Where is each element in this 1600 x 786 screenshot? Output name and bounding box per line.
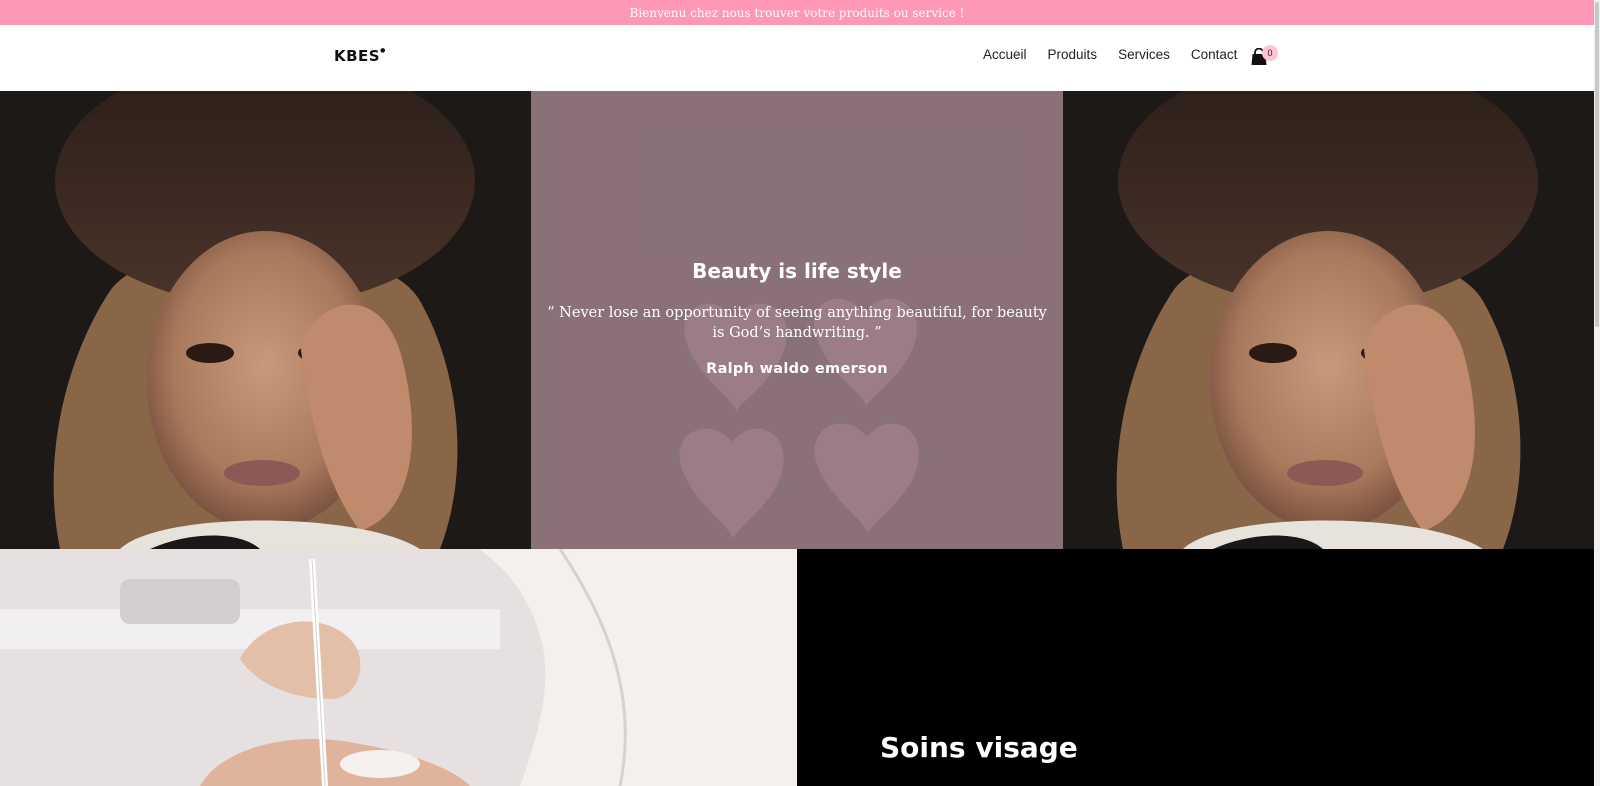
main-nav: Accueil Produits Services Contact: [983, 47, 1237, 62]
quote-text: “ Never lose an opportunity of seeing an…: [547, 305, 1047, 341]
logo-dot-icon: ●: [380, 47, 386, 54]
nav-link-services[interactable]: Services: [1118, 47, 1170, 62]
nav-link-accueil[interactable]: Accueil: [983, 47, 1027, 62]
quote-panel: Beauty is life style “ Never lose an opp…: [531, 91, 1063, 549]
section-title: Soins visage: [880, 731, 1078, 764]
scrollbar-thumb[interactable]: [1595, 2, 1599, 327]
site-header: KBES● Accueil Produits Services Contact …: [0, 25, 1594, 91]
cart-button[interactable]: 0: [1250, 45, 1278, 71]
logo[interactable]: KBES●: [334, 47, 386, 65]
hero-section: Beauty is life style “ Never lose an opp…: [0, 91, 1594, 549]
nav-link-contact[interactable]: Contact: [1191, 47, 1238, 62]
quote-block: Beauty is life style “ Never lose an opp…: [531, 259, 1063, 377]
hero-portrait-right: [1063, 91, 1594, 549]
page: Bienvenu chez nous trouver votre produit…: [0, 0, 1594, 786]
quote-author: Ralph waldo emerson: [706, 361, 888, 377]
logo-text: KBES: [334, 47, 381, 65]
facial-care-panel: Soins visage: [797, 549, 1594, 786]
hero-portrait-left: [0, 91, 531, 549]
announcement-bar: Bienvenu chez nous trouver votre produit…: [0, 0, 1594, 25]
page-scrollbar[interactable]: [1594, 0, 1600, 786]
nav-link-produits[interactable]: Produits: [1048, 47, 1098, 62]
cart-count-badge: 0: [1262, 45, 1278, 61]
quote-title: Beauty is life style: [692, 259, 902, 283]
facial-treatment-photo: [0, 549, 797, 786]
announcement-text: Bienvenu chez nous trouver votre produit…: [629, 5, 965, 20]
services-section: Soins visage: [0, 549, 1594, 786]
